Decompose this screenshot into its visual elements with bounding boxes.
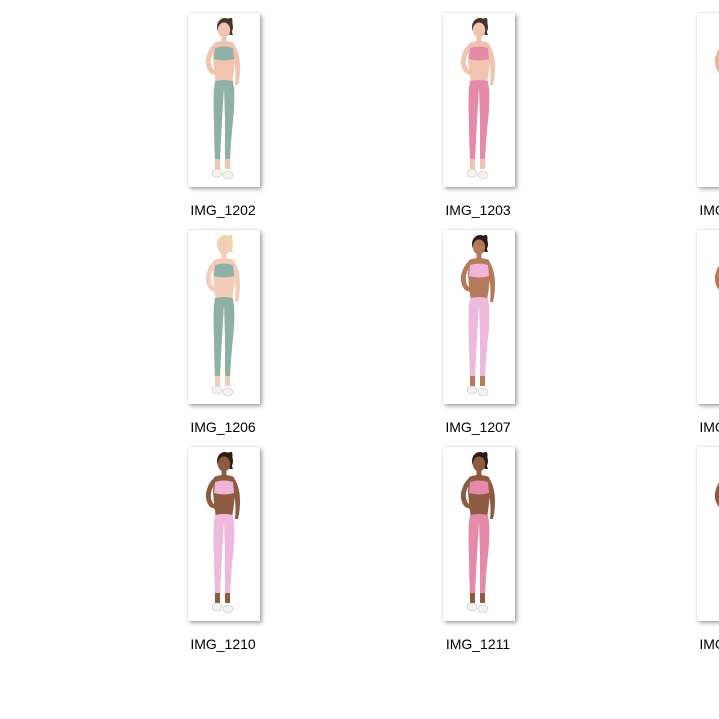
file-thumbnail[interactable] [697, 230, 719, 404]
file-thumbnail[interactable] [443, 13, 515, 187]
file-item[interactable]: IMG_1204 [662, 13, 719, 223]
file-thumbnail[interactable] [697, 13, 719, 187]
file-thumbnail[interactable] [443, 447, 515, 621]
file-name-label: IMG_1202 [190, 202, 256, 218]
file-name-label: IMG_1212 [699, 636, 719, 652]
figure-illustration-image [460, 451, 495, 614]
file-item[interactable]: IMG_1212 [662, 447, 719, 657]
file-thumbnail[interactable] [697, 447, 719, 621]
figure-illustration-image [205, 17, 240, 180]
file-name-label: IMG_1211 [445, 636, 511, 652]
figure-illustration-image [714, 265, 719, 290]
file-item[interactable]: IMG_1206 [153, 230, 293, 440]
file-item[interactable]: IMG_1202 [153, 13, 293, 223]
file-thumbnail[interactable] [188, 447, 260, 621]
figure-illustration-image [205, 451, 240, 614]
file-item[interactable]: IMG_1203 [408, 13, 548, 223]
file-thumbnail[interactable] [188, 230, 260, 404]
file-name-label: IMG_1203 [445, 202, 511, 218]
file-thumbnail[interactable] [443, 230, 515, 404]
figure-illustration-image [714, 482, 719, 507]
file-name-label: IMG_1204 [699, 202, 719, 218]
figure-illustration-image [460, 234, 495, 397]
file-item[interactable]: IMG_1211 [408, 447, 548, 657]
file-name-label: IMG_1208 [699, 419, 719, 435]
file-thumbnail[interactable] [188, 13, 260, 187]
figure-illustration-image [205, 234, 240, 397]
file-name-label: IMG_1210 [190, 636, 256, 652]
file-item[interactable]: IMG_1210 [153, 447, 293, 657]
file-item[interactable]: IMG_1207 [408, 230, 548, 440]
file-name-label: IMG_1207 [445, 419, 511, 435]
file-item[interactable]: IMG_1208 [662, 230, 719, 440]
figure-illustration-image [714, 48, 719, 73]
figure-illustration-image [460, 17, 495, 180]
file-name-label: IMG_1206 [190, 419, 256, 435]
file-grid-view: IMG_1202 IMG_1203 IMG_1204 [0, 0, 719, 719]
